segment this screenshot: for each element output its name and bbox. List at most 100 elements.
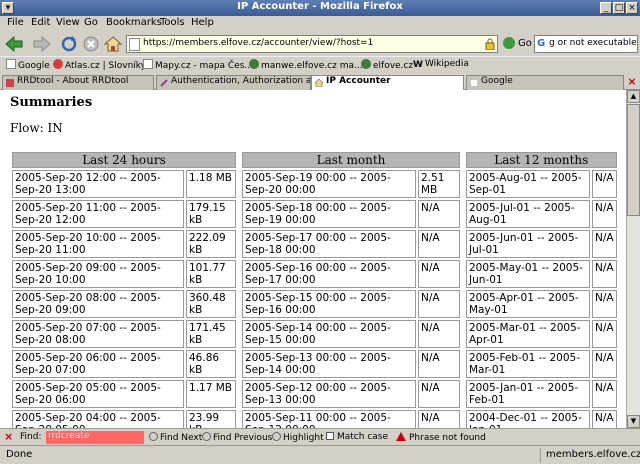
- close-icon: ×: [628, 3, 636, 13]
- period-cell: 2005-Sep-20 10:00 -- 2005-Sep-20 11:00: [12, 230, 184, 258]
- navigation-toolbar: https://members.elfove.cz/accounter/view…: [0, 32, 640, 56]
- period-cell: 2005-Sep-17 00:00 -- 2005-Sep-18 00:00: [242, 230, 416, 258]
- tab-label: Authentication, Authorization an...: [171, 76, 311, 86]
- home-tab-icon: [315, 79, 323, 87]
- menu-help[interactable]: Help: [191, 17, 214, 28]
- status-text: Done: [6, 449, 33, 460]
- scroll-up-button[interactable]: ▲: [627, 90, 640, 103]
- find-next-button[interactable]: Find Next: [149, 432, 202, 443]
- close-icon: ×: [4, 430, 14, 443]
- back-button[interactable]: [3, 34, 25, 54]
- table-row: 2005-Sep-20 07:00 -- 2005-Sep-20 08:00 17…: [12, 320, 236, 348]
- table-row: 2005-Sep-11 00:00 -- 2005-Sep-12 00:00N/…: [242, 410, 460, 428]
- forward-button[interactable]: [31, 34, 53, 54]
- menu-view[interactable]: View: [56, 17, 80, 28]
- period-cell: 2005-Aug-01 -- 2005-Sep-01: [466, 170, 590, 198]
- period-cell: 2005-Sep-20 05:00 -- 2005-Sep-20 06:00: [12, 380, 184, 408]
- tab-label: RRDtool - About RRDtool: [17, 76, 129, 86]
- find-previous-icon: [202, 432, 211, 441]
- tab-google[interactable]: Google: [466, 75, 624, 90]
- period-cell: 2004-Dec-01 -- 2005-Jan-01: [466, 410, 590, 428]
- traffic-cell: N/A: [418, 350, 460, 378]
- traffic-cell: N/A: [592, 230, 617, 258]
- find-next-icon: [149, 432, 158, 441]
- traffic-cell: N/A: [418, 410, 460, 428]
- lock-icon[interactable]: [485, 38, 495, 50]
- url-bar[interactable]: https://members.elfove.cz/accounter/view…: [126, 35, 498, 53]
- period-cell: 2005-Sep-15 00:00 -- 2005-Sep-16 00:00: [242, 290, 416, 318]
- bookmarks-toolbar: Google Atlas.cz | Slovníky Mapy.cz - map…: [0, 56, 640, 74]
- menu-tools[interactable]: Tools: [160, 17, 185, 28]
- tab-label: Google: [481, 76, 513, 86]
- minimize-button[interactable]: _: [600, 2, 612, 14]
- bookmark-label: manwe.elfove.cz ma...: [261, 61, 363, 71]
- status-host-label: members.elfove.cz: [546, 449, 640, 460]
- bookmark-wikipedia[interactable]: W Wikipedia: [413, 59, 469, 70]
- bookmark-label: Mapy.cz - mapa Čes...: [155, 61, 254, 71]
- find-bar: × Find: rrdcreate Find Next Find Previou…: [0, 428, 640, 445]
- elfove-icon: [361, 59, 371, 69]
- menu-file[interactable]: File: [7, 17, 24, 28]
- traffic-cell: N/A: [418, 230, 460, 258]
- back-arrow-icon: [5, 35, 23, 53]
- home-button[interactable]: [102, 34, 124, 54]
- menu-edit[interactable]: Edit: [31, 17, 50, 28]
- search-input[interactable]: g or not executable.: [549, 38, 637, 48]
- table-row: 2005-Feb-01 -- 2005-Mar-01 N/A: [466, 350, 617, 378]
- google-tab-icon: [470, 79, 478, 87]
- menu-bar: File Edit View Go Bookmarks Tools Help: [0, 16, 640, 32]
- table-row: 2005-Sep-17 00:00 -- 2005-Sep-18 00:00 N/…: [242, 230, 460, 258]
- tab-ip-accounter[interactable]: IP Accounter: [311, 75, 464, 91]
- table-row: 2005-Jun-01 -- 2005-Jul-01 N/A: [466, 230, 617, 258]
- reload-button[interactable]: [58, 34, 80, 54]
- vertical-scrollbar[interactable]: ▲ ▼: [626, 90, 640, 428]
- bookmark-google[interactable]: Google: [6, 59, 50, 71]
- last-month-panel: Last month 2005-Sep-19 00:00 -- 2005-Sep…: [240, 150, 462, 428]
- menu-bookmarks[interactable]: Bookmarks: [106, 17, 162, 28]
- find-close-button[interactable]: ×: [4, 431, 15, 442]
- tab-authentication[interactable]: Authentication, Authorization an...: [156, 75, 311, 90]
- go-button[interactable]: Go: [503, 37, 532, 49]
- table-row: 2005-Sep-20 04:00 -- 2005-Sep-20 05:0023…: [12, 410, 236, 428]
- google-search-icon[interactable]: G: [537, 38, 549, 50]
- table-row: 2005-Sep-16 00:00 -- 2005-Sep-17 00:00 N/…: [242, 260, 460, 288]
- find-previous-button[interactable]: Find Previous: [202, 432, 272, 443]
- period-cell: 2005-Sep-20 09:00 -- 2005-Sep-20 10:00: [12, 260, 184, 288]
- manwe-icon: [249, 59, 259, 69]
- scrollbar-thumb[interactable]: [627, 104, 640, 216]
- warning-icon: [396, 432, 406, 441]
- scroll-down-button[interactable]: ▼: [627, 415, 640, 428]
- close-button[interactable]: ×: [626, 2, 638, 14]
- maximize-button[interactable]: □: [613, 2, 625, 14]
- find-input[interactable]: rrdcreate: [46, 431, 144, 444]
- arrow-up-icon: ▲: [630, 92, 637, 100]
- last-month-table: Last month 2005-Sep-19 00:00 -- 2005-Sep…: [240, 150, 462, 428]
- period-cell: 2005-Sep-20 08:00 -- 2005-Sep-20 09:00: [12, 290, 184, 318]
- period-cell: 2005-Sep-12 00:00 -- 2005-Sep-13 00:00: [242, 380, 416, 408]
- go-label: Go: [518, 38, 532, 49]
- url-text[interactable]: https://members.elfove.cz/accounter/view…: [143, 38, 373, 48]
- period-cell: 2005-Jul-01 -- 2005-Aug-01: [466, 200, 590, 228]
- bookmark-mapy[interactable]: Mapy.cz - mapa Čes...: [143, 59, 253, 71]
- tab-rrdtool[interactable]: RRDtool - About RRDtool: [2, 75, 154, 90]
- menu-go[interactable]: Go: [84, 17, 98, 28]
- bookmark-manwe[interactable]: manwe.elfove.cz ma...: [249, 59, 363, 71]
- search-box[interactable]: G g or not executable.: [534, 35, 638, 53]
- traffic-cell: N/A: [418, 260, 460, 288]
- period-cell: 2005-Jun-01 -- 2005-Jul-01: [466, 230, 590, 258]
- highlight-button[interactable]: Highlight: [272, 432, 324, 443]
- period-cell: 2005-Sep-11 00:00 -- 2005-Sep-12 00:00: [242, 410, 416, 428]
- stop-button[interactable]: [80, 34, 102, 54]
- bookmark-elfove[interactable]: elfove.cz: [361, 59, 413, 71]
- period-cell: 2005-May-01 -- 2005-Jun-01: [466, 260, 590, 288]
- period-cell: 2005-Mar-01 -- 2005-Apr-01: [466, 320, 590, 348]
- period-cell: 2005-Sep-20 06:00 -- 2005-Sep-20 07:00: [12, 350, 184, 378]
- find-label: Find:: [20, 432, 42, 442]
- match-case-checkbox[interactable]: Match case: [326, 432, 388, 442]
- forward-arrow-icon: [33, 35, 51, 53]
- arrow-down-icon: ▼: [630, 417, 637, 425]
- bookmark-atlas[interactable]: Atlas.cz | Slovníky: [53, 59, 146, 71]
- period-cell: 2005-Sep-20 12:00 -- 2005-Sep-20 13:00: [12, 170, 184, 198]
- find-previous-label: Find Previous: [213, 433, 273, 443]
- close-tab-button[interactable]: ×: [626, 76, 638, 88]
